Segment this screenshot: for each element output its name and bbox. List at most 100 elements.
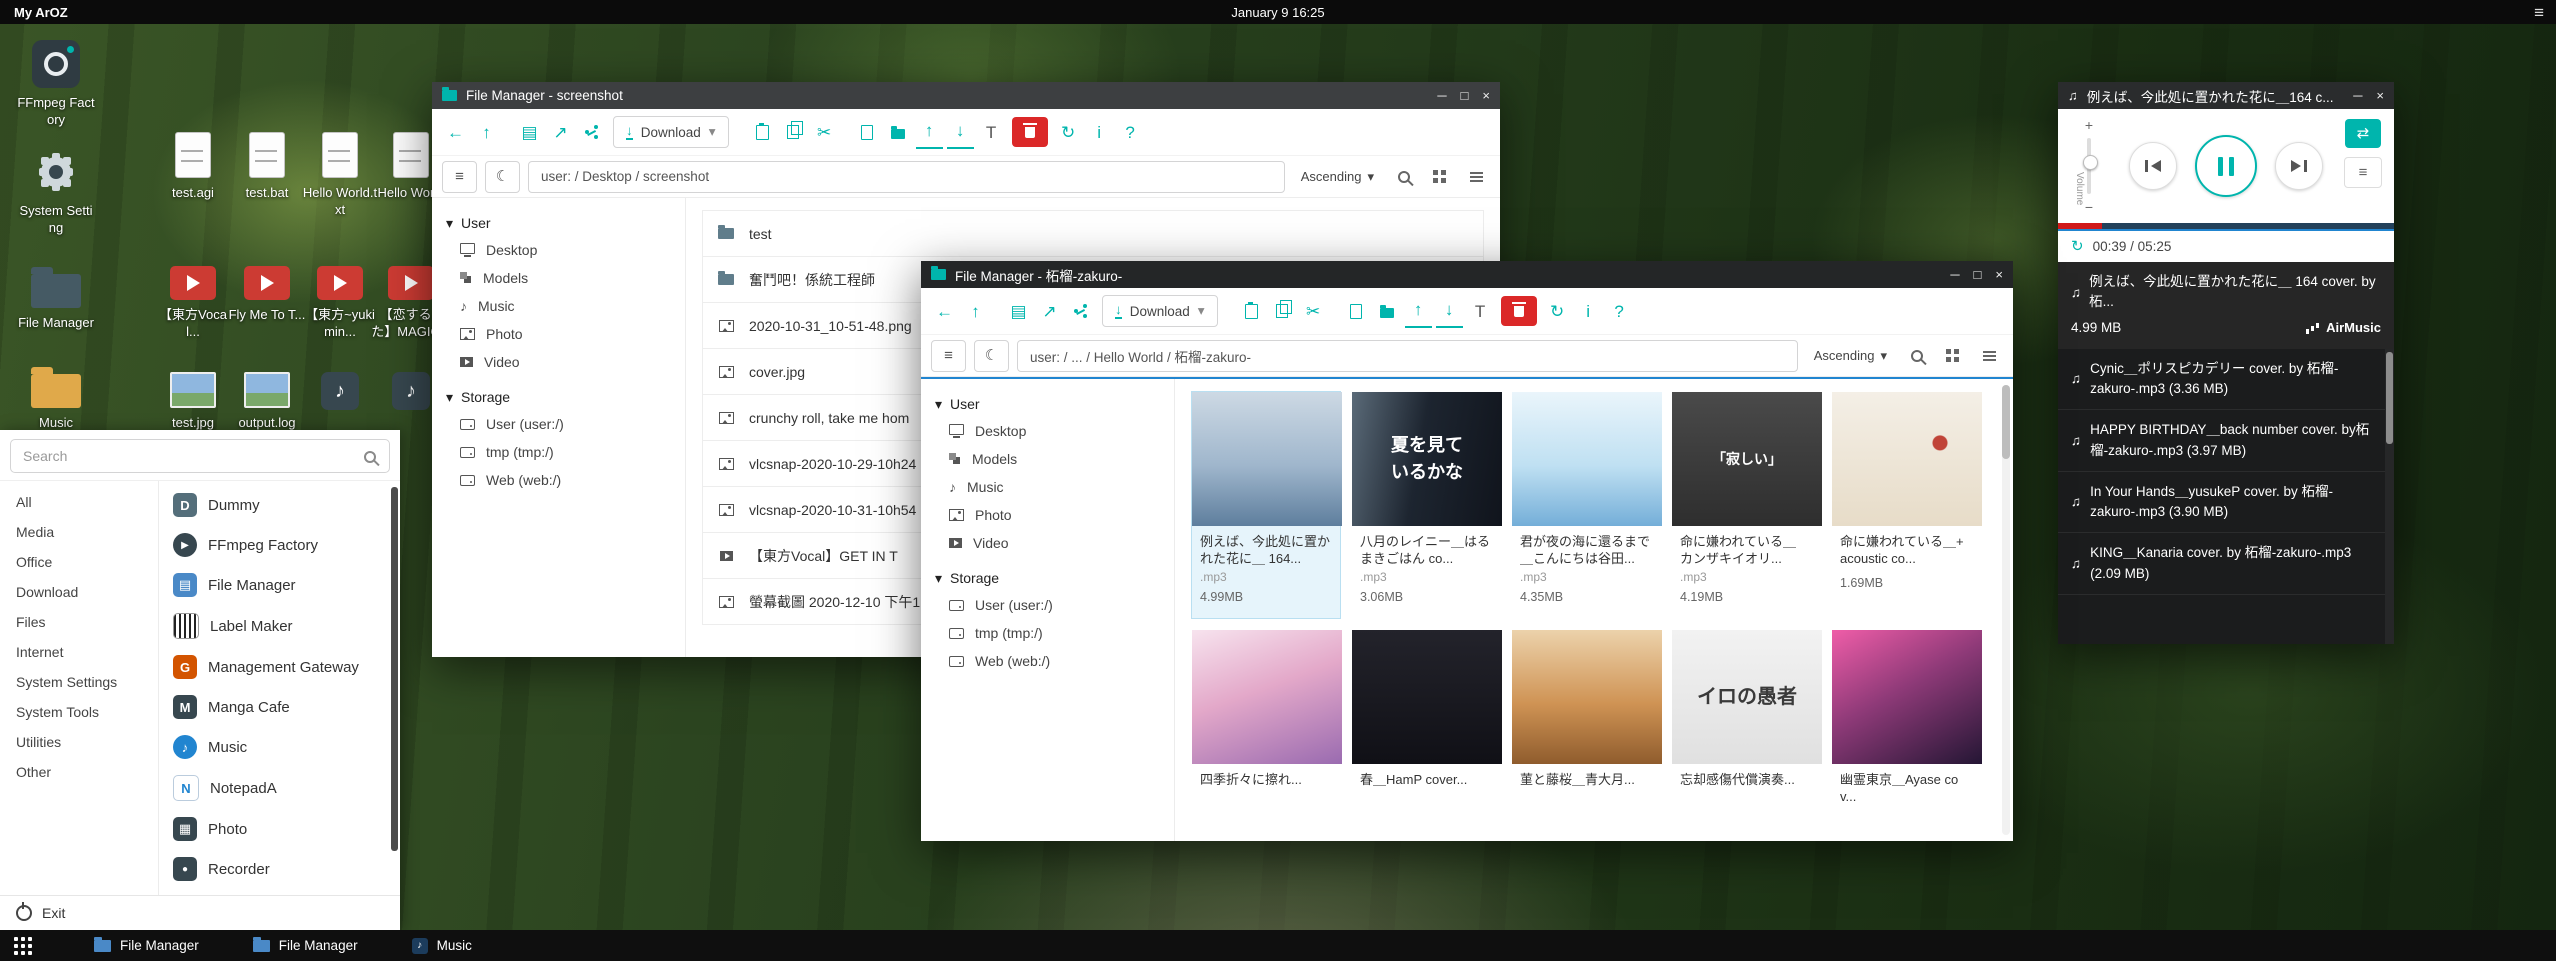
open-button[interactable] — [516, 117, 543, 147]
minimize-button[interactable] — [1950, 268, 1959, 281]
breadcrumb[interactable]: user: / Desktop / screenshot — [528, 161, 1285, 193]
file-tile[interactable]: 四季折々に擦れ... — [1191, 629, 1341, 821]
desktop-file[interactable]: test.bat — [225, 132, 309, 202]
playlist-menu-button[interactable] — [2344, 157, 2382, 188]
desktop-file[interactable]: test.jpg — [151, 372, 235, 432]
sidebar-item-user-drive[interactable]: User (user:/) — [921, 591, 1174, 619]
search-input[interactable] — [10, 439, 390, 473]
playlist-item[interactable]: In Your Hands＿yusukeP cover. by 柘榴-zakur… — [2058, 472, 2394, 534]
app-item-management-gateway[interactable]: Management Gateway — [159, 647, 400, 687]
up-button[interactable] — [962, 296, 989, 326]
desktop-icon-ffmpeg-factory[interactable]: FFmpeg Factory — [14, 40, 98, 129]
file-tile[interactable]: 命に嫌われている＿+ acoustic co... 1.69MB — [1831, 391, 1981, 619]
sidebar-section-storage[interactable]: Storage — [921, 565, 1174, 591]
help-button[interactable] — [1606, 296, 1633, 326]
flip-view-button[interactable] — [2345, 119, 2381, 148]
sidebar-item-desktop[interactable]: Desktop — [432, 236, 685, 264]
minimize-button[interactable] — [1437, 89, 1446, 102]
seek-bar[interactable] — [2058, 223, 2394, 231]
grid-view-button[interactable] — [1426, 163, 1454, 191]
category-download[interactable]: Download — [0, 577, 158, 607]
help-button[interactable] — [1117, 117, 1144, 147]
category-utilities[interactable]: Utilities — [0, 727, 158, 757]
delete-button[interactable] — [1501, 296, 1537, 326]
sidebar-section-storage[interactable]: Storage — [432, 384, 685, 410]
file-tile[interactable]: 「寂しい」 命に嫌われている＿ カンザキイオリ... .mp3 4.19MB — [1671, 391, 1821, 619]
pause-button[interactable] — [2195, 135, 2257, 197]
file-tile[interactable]: 菫と藤桜＿青大月... — [1511, 629, 1661, 821]
airmusic-badge[interactable]: AirMusic — [2306, 318, 2381, 338]
cut-button[interactable] — [1300, 296, 1327, 326]
search-button[interactable] — [1390, 163, 1418, 191]
app-item-label-maker[interactable]: Label Maker — [159, 605, 400, 647]
playlist-item[interactable]: Cynic＿ポリスピカデリー cover. by 柘榴-zakuro-.mp3 … — [2058, 349, 2394, 411]
back-button[interactable] — [931, 296, 958, 326]
sidebar-item-music[interactable]: Music — [432, 292, 685, 320]
scrollbar[interactable] — [2385, 349, 2394, 644]
close-button[interactable] — [1482, 89, 1490, 102]
repeat-icon[interactable] — [2071, 239, 2084, 254]
title-bar[interactable]: 例えば、今此処に置かれた花に＿164 c... — [2058, 82, 2394, 109]
volume-up-button[interactable]: + — [2085, 117, 2093, 133]
taskbar-item-file-manager-2[interactable]: File Manager — [247, 930, 364, 961]
paste-button[interactable] — [1238, 296, 1265, 326]
scrollbar-thumb[interactable] — [2002, 385, 2010, 459]
open-in-new-window-button[interactable] — [1036, 296, 1063, 326]
file-tile[interactable]: 例えば、今此処に置かれた花に＿ 164... .mp3 4.99MB — [1191, 391, 1341, 619]
desktop-icon-music[interactable]: Music — [14, 362, 98, 432]
sidebar-item-web-drive[interactable]: Web (web:/) — [432, 466, 685, 494]
app-item-system-setting[interactable]: System Setting — [159, 889, 400, 895]
save-to-disk-button[interactable] — [947, 116, 974, 149]
sidebar-item-video[interactable]: Video — [921, 529, 1174, 557]
cut-button[interactable] — [811, 117, 838, 147]
now-playing[interactable]: 例えば、今此処に置かれた花に＿ 164 cover. by 柘... 4.99 … — [2058, 262, 2394, 349]
search-button[interactable] — [1903, 342, 1931, 370]
sidebar-item-photo[interactable]: Photo — [432, 320, 685, 348]
sidebar-item-photo[interactable]: Photo — [921, 501, 1174, 529]
desktop-file[interactable]: test.agi — [151, 132, 235, 202]
app-item-photo[interactable]: Photo — [159, 809, 400, 849]
rename-button[interactable] — [978, 117, 1005, 147]
sidebar-item-video[interactable]: Video — [432, 348, 685, 376]
file-tile[interactable]: 君が夜の海に還るまで＿こんにちは谷田... .mp3 4.35MB — [1511, 391, 1661, 619]
sidebar-item-user-drive[interactable]: User (user:/) — [432, 410, 685, 438]
dark-mode-button[interactable] — [485, 161, 520, 193]
sidebar-item-models[interactable]: Models — [921, 445, 1174, 473]
file-tile[interactable]: 夏を見て いるかな 八月のレイニー＿はるまきごはん co... .mp3 3.0… — [1351, 391, 1501, 619]
start-button[interactable] — [0, 930, 46, 961]
category-system-settings[interactable]: System Settings — [0, 667, 158, 697]
category-files[interactable]: Files — [0, 607, 158, 637]
open-button[interactable] — [1005, 296, 1032, 326]
desktop-icon-file-manager[interactable]: File Manager — [14, 262, 98, 332]
desktop-file[interactable]: 【東方Vocal... — [151, 266, 235, 341]
desktop-file[interactable]: output.log — [225, 372, 309, 432]
open-in-new-window-button[interactable] — [547, 117, 574, 147]
category-media[interactable]: Media — [0, 517, 158, 547]
sidebar-item-web-drive[interactable]: Web (web:/) — [921, 647, 1174, 675]
refresh-button[interactable] — [1055, 117, 1082, 147]
app-item-file-manager[interactable]: File Manager — [159, 565, 400, 605]
file-tile[interactable]: 春＿HamP cover... — [1351, 629, 1501, 821]
playlist-item[interactable]: KING＿Kanaria cover. by 柘榴-zakuro-.mp3 (2… — [2058, 533, 2394, 595]
sort-dropdown[interactable]: Ascending — [1814, 348, 1887, 363]
rename-button[interactable] — [1467, 296, 1494, 326]
copy-button[interactable] — [780, 117, 807, 147]
volume-slider-handle[interactable] — [2083, 155, 2098, 170]
volume-slider[interactable]: Volume — [2087, 138, 2091, 194]
share-button[interactable] — [578, 117, 605, 147]
scrollbar[interactable] — [2002, 385, 2010, 835]
sidebar-section-user[interactable]: User — [432, 210, 685, 236]
paste-button[interactable] — [749, 117, 776, 147]
category-other[interactable]: Other — [0, 757, 158, 787]
app-item-manga-cafe[interactable]: Manga Cafe — [159, 687, 400, 727]
grid-view-button[interactable] — [1939, 342, 1967, 370]
list-toggle-button[interactable] — [442, 161, 477, 193]
delete-button[interactable] — [1012, 117, 1048, 147]
app-item-music[interactable]: Music — [159, 727, 400, 767]
properties-button[interactable] — [1575, 296, 1602, 326]
maximize-button[interactable] — [1974, 268, 1982, 281]
properties-button[interactable] — [1086, 117, 1113, 147]
category-all[interactable]: All — [0, 487, 158, 517]
breadcrumb[interactable]: user: / ... / Hello World / 柘榴-zakuro- — [1017, 340, 1798, 372]
close-button[interactable] — [1995, 268, 2003, 281]
